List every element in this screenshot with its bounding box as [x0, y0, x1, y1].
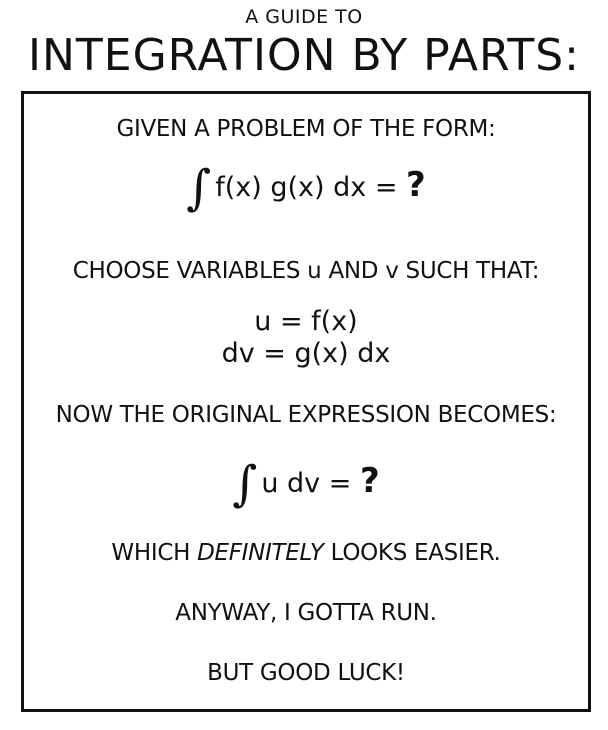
u-definition: u = f(x)	[254, 306, 358, 337]
choose-text: CHOOSE VARIABLES u AND v SUCH THAT:	[72, 258, 540, 284]
formula-substituted: ∫ u dv = ?	[24, 456, 588, 512]
formula-original: ∫ f(x) g(x) dx = ?	[24, 160, 588, 216]
question-mark: ?	[359, 461, 380, 501]
easier-text: WHICH DEFINITELY LOOKS EASIER.	[24, 540, 588, 566]
easier-post: LOOKS EASIER.	[323, 540, 501, 566]
formula-substituted-body: u dv =	[261, 468, 360, 499]
comic-panel: GIVEN A PROBLEM OF THE FORM: ∫ f(x) g(x) …	[21, 91, 591, 712]
becomes-text: NOW THE ORIGINAL EXPRESSION BECOMES:	[55, 402, 557, 428]
intro-text: GIVEN A PROBLEM OF THE FORM:	[116, 116, 496, 142]
easier-emphasis: DEFINITELY	[197, 540, 324, 566]
easier-pre: WHICH	[111, 540, 198, 566]
question-mark: ?	[406, 165, 426, 205]
good-luck-text: BUT GOOD LUCK!	[207, 660, 405, 686]
dv-definition: dv = g(x) dx	[221, 338, 391, 369]
integral-sign: ∫	[186, 160, 212, 216]
gotta-run-text: ANYWAY, I GOTTA RUN.	[175, 600, 437, 626]
comic-title: INTEGRATION BY PARTS:	[28, 30, 580, 81]
formula-original-body: f(x) g(x) dx =	[215, 172, 407, 203]
subtitle: A GUIDE TO	[245, 6, 363, 28]
integral-sign: ∫	[232, 456, 258, 512]
